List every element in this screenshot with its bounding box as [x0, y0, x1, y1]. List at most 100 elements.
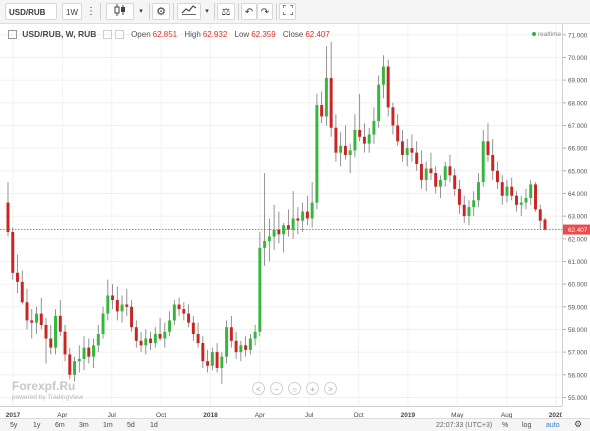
candle-body: [120, 304, 124, 312]
candle-body: [481, 141, 485, 183]
price-tick-label: 67.000: [568, 123, 588, 130]
candle-body: [63, 331, 67, 355]
candle-body: [438, 179, 442, 187]
candle-body: [391, 107, 395, 126]
symbol-search-input[interactable]: USD/RUB: [5, 3, 57, 20]
candle-body: [130, 306, 134, 328]
candle-body: [396, 125, 400, 142]
range-5y[interactable]: 5y: [10, 421, 17, 430]
legend-settings-icon[interactable]: [102, 30, 112, 40]
candle-body: [405, 148, 409, 155]
candlestick-icon: [114, 4, 125, 16]
candle-body: [54, 315, 57, 348]
scroll-right-button[interactable]: >: [324, 382, 337, 395]
chart-type-button[interactable]: [106, 3, 134, 20]
candle-body: [538, 209, 542, 221]
top-toolbar: USD/RUB 1W ⋮ ▾ ⚙ ▾ ⚖ ↶ ↷: [0, 0, 590, 24]
candle-body: [172, 304, 176, 321]
candle-body: [225, 327, 229, 357]
candle-body: [16, 272, 19, 282]
zoom-out-button[interactable]: −: [270, 382, 283, 395]
zoom-in-button[interactable]: +: [306, 382, 319, 395]
candle-body: [111, 295, 115, 300]
candle-body: [510, 186, 514, 196]
price-tick-label: 69.000: [568, 78, 588, 85]
candle-body: [115, 300, 119, 312]
price-tick-label: 68.000: [568, 100, 588, 107]
clock[interactable]: 22:07:33 (UTC+3): [436, 421, 492, 430]
candle-body: [220, 356, 224, 368]
candle-body: [434, 173, 438, 187]
candle-body: [267, 236, 271, 242]
candle-body: [362, 136, 366, 144]
candle-body: [315, 105, 319, 203]
candle-body: [144, 338, 148, 346]
collapse-icon[interactable]: [8, 30, 17, 40]
chevron-down-icon[interactable]: ▾: [136, 3, 146, 20]
percent-toggle[interactable]: %: [502, 421, 508, 430]
interval-button[interactable]: 1W: [62, 3, 82, 20]
candle-body: [177, 304, 181, 310]
candle-body: [20, 281, 24, 303]
more-vertical-icon[interactable]: ⋮: [86, 3, 96, 20]
chart-area[interactable]: [0, 24, 562, 406]
undo-icon[interactable]: ↶: [241, 3, 257, 20]
range-5d[interactable]: 5d: [127, 421, 135, 430]
watermark-brand: Forexpf.Ru: [12, 379, 76, 393]
reset-button[interactable]: ○: [288, 382, 301, 395]
candle-body: [215, 352, 219, 368]
time-axis[interactable]: 2017 Apr Jul Oct 2018 Apr Jul Oct 2019 May Aug 2020: [0, 406, 564, 419]
auto-toggle[interactable]: auto: [546, 421, 560, 430]
price-tick-label: 65.000: [568, 168, 588, 175]
candle-body: [467, 207, 471, 217]
range-1d[interactable]: 1d: [150, 421, 158, 430]
candle-body: [92, 345, 96, 357]
range-6m[interactable]: 6m: [55, 421, 65, 430]
log-toggle[interactable]: log: [522, 421, 531, 430]
candle-body: [87, 347, 91, 357]
fullscreen-icon[interactable]: [279, 3, 296, 20]
candle-body: [415, 152, 419, 164]
high-label: High: [184, 30, 201, 39]
indicators-button[interactable]: [177, 3, 201, 20]
gear-icon[interactable]: ⚙: [574, 420, 582, 429]
candlestick-chart[interactable]: [0, 24, 562, 406]
candle-body: [534, 184, 537, 210]
candle-body: [381, 66, 385, 85]
high-value: 62.932: [202, 30, 228, 39]
price-tick-label: 58.000: [568, 327, 588, 334]
candle-body: [320, 105, 324, 117]
legend-close-icon[interactable]: [114, 30, 124, 40]
candle-body: [187, 313, 191, 323]
scales-icon[interactable]: ⚖: [217, 3, 235, 20]
price-tick-label: 60.000: [568, 282, 588, 289]
bottom-bar: 5y 1y 6m 3m 1m 5d 1d 22:07:33 (UTC+3) % …: [0, 418, 590, 431]
low-value: 62.359: [251, 30, 276, 39]
price-axis[interactable]: 71.000 70.000 69.000 68.000 67.000 66.000 65.0…: [562, 24, 590, 406]
redo-icon[interactable]: ↷: [257, 3, 273, 20]
price-tick-label: 55.000: [568, 395, 588, 402]
scroll-left-button[interactable]: <: [252, 382, 265, 395]
range-3m[interactable]: 3m: [79, 421, 89, 430]
chevron-down-icon[interactable]: ▾: [202, 3, 212, 20]
candle-body: [30, 320, 34, 323]
price-tick-label: 71.000: [568, 32, 588, 39]
candle-body: [139, 340, 143, 346]
candle-body: [519, 202, 523, 205]
candle-body: [229, 327, 233, 341]
gear-icon[interactable]: ⚙: [152, 3, 170, 20]
candle-body: [491, 154, 495, 171]
candle-body: [339, 145, 343, 153]
candle-body: [191, 322, 195, 334]
candle-body: [286, 225, 290, 230]
candle-body: [443, 166, 447, 180]
candle-body: [35, 313, 38, 323]
range-1y[interactable]: 1y: [33, 421, 40, 430]
candle-body: [44, 324, 48, 339]
candle-body: [353, 130, 357, 151]
candle-body: [134, 327, 138, 341]
candle-body: [301, 211, 305, 221]
candle-body: [39, 313, 43, 325]
range-1m[interactable]: 1m: [103, 421, 113, 430]
candle-body: [77, 358, 81, 362]
